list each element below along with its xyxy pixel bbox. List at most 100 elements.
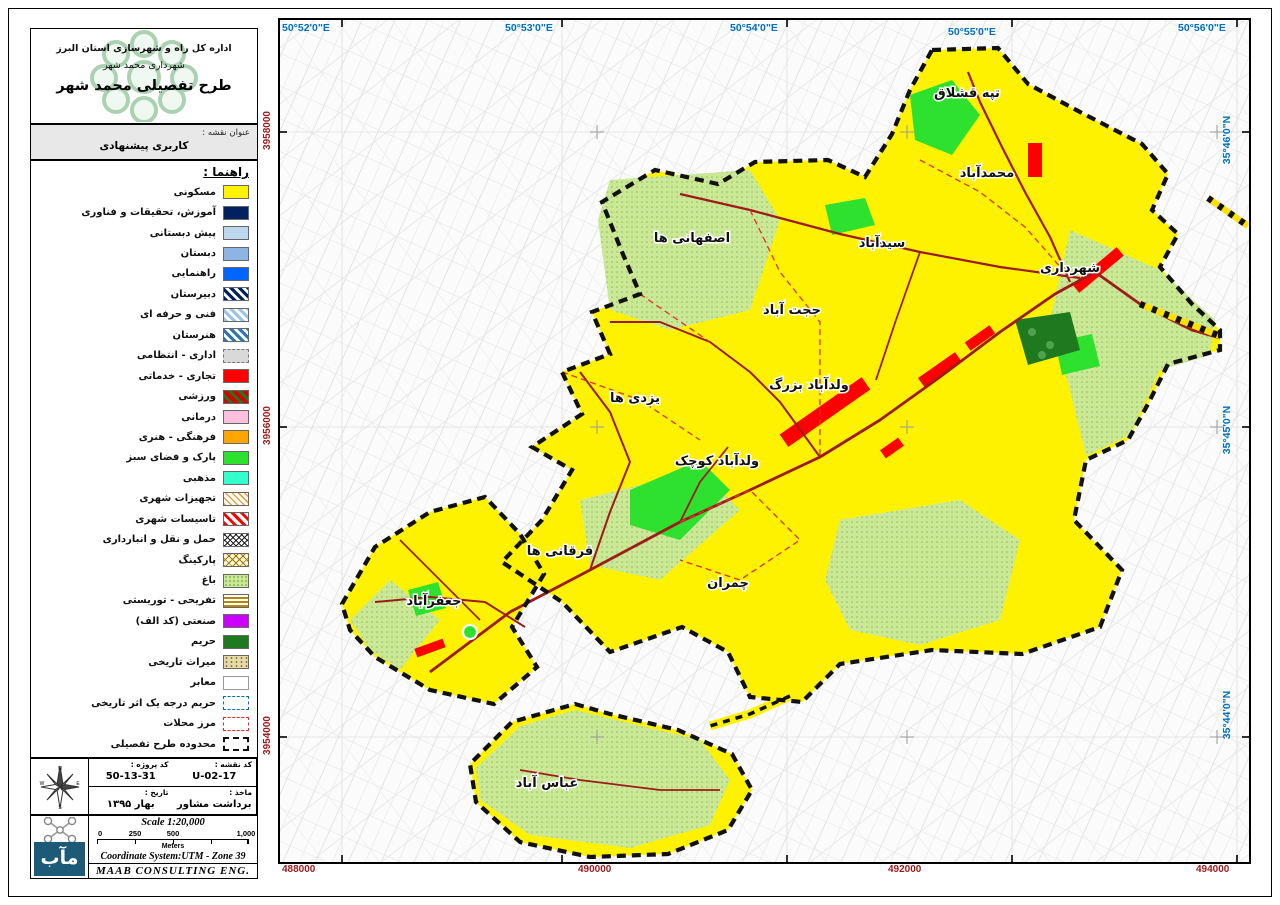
source-cell: ماخذ : برداشت مشاور bbox=[173, 787, 258, 814]
scale-unit: Meters bbox=[162, 843, 185, 850]
legend-chip-hareem bbox=[223, 635, 249, 649]
easting-label-2: 492000 bbox=[888, 864, 921, 875]
legend-chip-commercial bbox=[223, 369, 249, 383]
legend-chip-urban-equipment bbox=[223, 492, 249, 506]
scale-tick-500: 500 bbox=[167, 829, 180, 838]
legend-item-label: مرز محلات bbox=[163, 718, 216, 729]
legend-item: تاسیسات شهری bbox=[35, 509, 249, 529]
svg-text:E: E bbox=[76, 781, 80, 787]
legend-chip-heritage-buffer bbox=[223, 696, 249, 710]
legend-item: مرز محلات bbox=[35, 713, 249, 733]
svg-text:N: N bbox=[58, 766, 62, 772]
legend-item-label: هنرستان bbox=[173, 330, 216, 341]
legend: راهنما : مسکونی آموزش، تحقیقات و فناوری … bbox=[30, 160, 258, 758]
legend-item-label: پارک و فضای سبز bbox=[126, 452, 216, 463]
legend-item-label: اداری - انتظامی bbox=[137, 350, 216, 361]
maab-molecule-icon bbox=[41, 817, 79, 843]
neighborhood-label: ولدآباد بزرگ bbox=[769, 376, 849, 393]
legend-chip-cultural bbox=[223, 430, 249, 444]
neighborhood-label: شهرداری bbox=[1040, 261, 1100, 276]
legend-item: پیش دبستانی bbox=[35, 223, 249, 243]
lon-label-3: 50°55'0"E bbox=[948, 26, 996, 38]
legend-item-label: حریم درجه یک اثر تاریخی bbox=[91, 698, 216, 709]
lon-label-2: 50°54'0"E bbox=[730, 22, 778, 34]
map-title-value: کاربری پیشنهادی bbox=[31, 140, 257, 152]
org-name: اداره کل راه و شهرسازی استان البرز bbox=[31, 43, 257, 54]
map-canvas: تپه قشلاقمحمدآبادسیدآبادشهرداریاصفهانی ه… bbox=[280, 20, 1249, 862]
legend-item-label: تفریحی - توریستی bbox=[123, 595, 216, 606]
municipality-name: شهرداری محمد شهر bbox=[31, 60, 257, 71]
legend-chip-tourism bbox=[223, 594, 249, 608]
legend-chip-roads bbox=[223, 676, 249, 690]
date-label: تاریخ : bbox=[145, 788, 169, 797]
info-table: N W E S کد پروژه : 50-13-31 کد نقشه : U-… bbox=[30, 758, 258, 815]
scale-tick-0: 0 bbox=[98, 829, 102, 838]
title-block: اداره کل راه و شهرسازی استان البرز شهردا… bbox=[30, 28, 258, 124]
legend-item: دبستان bbox=[35, 243, 249, 263]
legend-item: فرهنگی - هنری bbox=[35, 427, 249, 447]
legend-chip-sports bbox=[223, 390, 249, 404]
legend-item-label: فرهنگی - هنری bbox=[139, 432, 216, 443]
lat-label-1: 35°45'0"N bbox=[1221, 406, 1233, 454]
lon-label-0: 50°52'0"E bbox=[282, 22, 330, 34]
lat-label-0: 35°46'0"N bbox=[1221, 116, 1233, 164]
legend-item: حریم bbox=[35, 632, 249, 652]
date-value: بهار ۱۳۹۵ bbox=[89, 799, 173, 810]
legend-item: راهنمایی bbox=[35, 264, 249, 284]
legend-item: محدوده طرح تفصیلی bbox=[35, 734, 249, 754]
svg-text:W: W bbox=[39, 781, 44, 787]
legend-item: تفریحی - توریستی bbox=[35, 591, 249, 611]
scale-bar: 0 250 500 1,000 Meters bbox=[97, 829, 249, 851]
map-frame: تپه قشلاقمحمدآبادسیدآبادشهرداریاصفهانی ه… bbox=[278, 18, 1251, 864]
legend-item-label: آموزش، تحقیقات و فناوری bbox=[81, 207, 216, 218]
map-title-box: عنوان نقشه : کاربری پیشنهادی bbox=[30, 124, 258, 160]
legend-item: دبیرستان bbox=[35, 284, 249, 304]
legend-item: مسکونی bbox=[35, 182, 249, 202]
legend-chip-parking bbox=[223, 553, 249, 567]
legend-item-label: حریم bbox=[191, 636, 216, 647]
date-cell: تاریخ : بهار ۱۳۹۵ bbox=[89, 787, 173, 814]
scale-text: Scale 1:20,000 bbox=[89, 817, 257, 828]
legend-chip-heritage bbox=[223, 655, 249, 669]
legend-chip-urban-facilities bbox=[223, 512, 249, 526]
legend-list: مسکونی آموزش، تحقیقات و فناوری پیش دبستا… bbox=[35, 182, 249, 754]
map-code-label: کد نقشه : bbox=[215, 760, 252, 769]
legend-item-label: راهنمایی bbox=[171, 268, 216, 279]
source-value: برداشت مشاور bbox=[173, 799, 257, 810]
legend-item-label: تجهیزات شهری bbox=[139, 493, 216, 504]
lat-label-2: 35°44'0"N bbox=[1221, 691, 1233, 739]
legend-item-label: محدوده طرح تفصیلی bbox=[111, 739, 216, 750]
legend-item: تجاری - خدماتی bbox=[35, 366, 249, 386]
coordinate-system: Coordinate System:UTM - Zone 39 bbox=[89, 851, 257, 862]
neighborhood-label: ولدآباد کوچک bbox=[675, 452, 759, 469]
legend-item: هنرستان bbox=[35, 325, 249, 345]
legend-item-label: مذهبی bbox=[183, 473, 216, 484]
legend-chip-preschool bbox=[223, 226, 249, 240]
legend-chip-art-school bbox=[223, 328, 249, 342]
legend-item-label: باغ bbox=[202, 575, 216, 586]
scale-tick-250: 250 bbox=[129, 829, 142, 838]
easting-label-0: 488000 bbox=[282, 864, 315, 875]
neighborhood-label: تپه قشلاق bbox=[934, 86, 1000, 101]
legend-item-label: درمانی bbox=[181, 412, 216, 423]
legend-item-label: معابر bbox=[190, 677, 216, 688]
legend-chip-technical bbox=[223, 308, 249, 322]
legend-item: میراث تاریخی bbox=[35, 652, 249, 672]
easting-label-1: 490000 bbox=[578, 864, 611, 875]
legend-item-label: دبیرستان bbox=[171, 289, 216, 300]
legend-chip-high-school bbox=[223, 287, 249, 301]
legend-item: فنی و حرفه ای bbox=[35, 305, 249, 325]
legend-item-label: پیش دبستانی bbox=[150, 228, 216, 239]
neighborhood-label: حجت آباد bbox=[763, 301, 821, 318]
legend-item: صنعتی (کد الف) bbox=[35, 611, 249, 631]
legend-chip-industrial bbox=[223, 614, 249, 628]
legend-item-label: تجاری - خدماتی bbox=[138, 371, 216, 382]
neighborhood-label: محمدآباد bbox=[960, 164, 1015, 181]
legend-chip-park bbox=[223, 451, 249, 465]
northing-label-2: 3954000 bbox=[262, 716, 273, 755]
scale-tick-1000: 1,000 bbox=[237, 829, 256, 838]
svg-text:S: S bbox=[58, 805, 62, 810]
legend-chip-neighborhood-border bbox=[223, 717, 249, 731]
legend-chip-garden bbox=[223, 574, 249, 588]
legend-item-label: حمل و نقل و انبارداری bbox=[103, 534, 216, 545]
